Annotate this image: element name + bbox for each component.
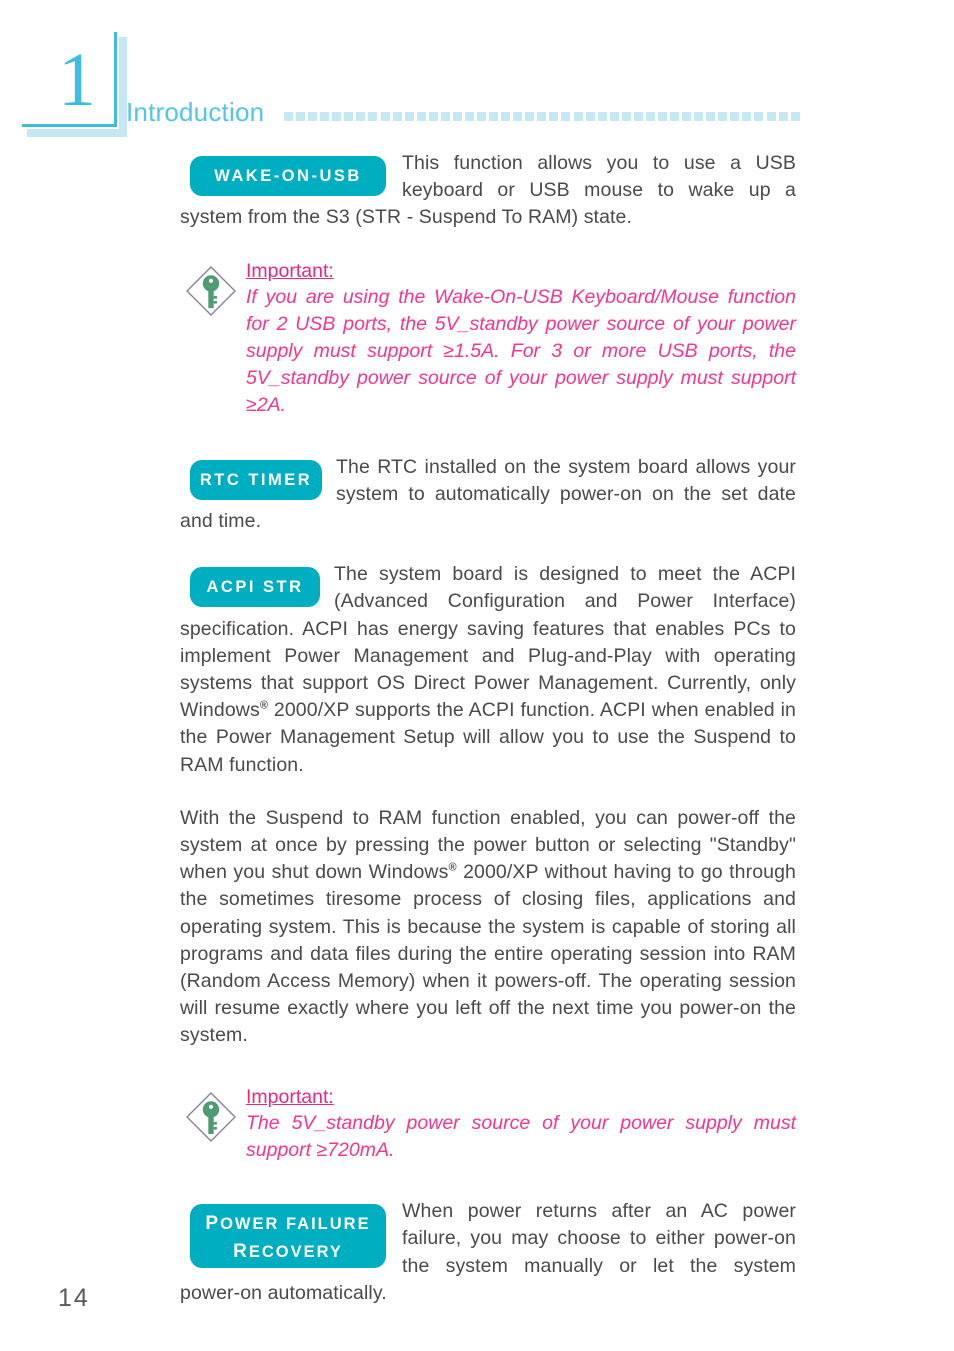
- title-dot: [645, 112, 655, 121]
- title-dot: [706, 112, 716, 121]
- badge-wake-on-usb: WAKE-ON-USB: [190, 156, 386, 196]
- section-str-detail: With the Suspend to RAM function enabled…: [180, 805, 796, 1050]
- badge-acpi-str: ACPI STR: [190, 567, 320, 608]
- title-dot: [718, 112, 728, 121]
- registered-mark: ®: [259, 699, 269, 712]
- title-dot: [308, 112, 318, 121]
- title-dot: [477, 112, 486, 121]
- title-dot: [766, 112, 776, 121]
- title-dot: [404, 112, 414, 121]
- title-dot: [452, 112, 462, 121]
- title-dot: [392, 112, 402, 121]
- page-title: Introduction: [126, 97, 265, 127]
- important-note-1: Important: If you are using the Wake-On-…: [180, 258, 796, 420]
- title-dot: [730, 112, 740, 121]
- title-dot: [284, 112, 293, 121]
- important-note-2: Important: The 5V_standby power source o…: [180, 1084, 796, 1164]
- chapter-number: 1: [58, 38, 96, 122]
- title-dot: [513, 112, 523, 121]
- section-power-failure-recovery: POWER FAILURE RECOVERY When power return…: [180, 1198, 796, 1307]
- title-dot: [633, 112, 643, 121]
- note-text: If you are using the Wake-On-USB Keyboar…: [246, 285, 796, 417]
- acpi-str-text-part2: 2000/XP supports the ACPI function. ACPI…: [180, 699, 796, 776]
- str-detail-text: With the Suspend to RAM function enabled…: [180, 805, 796, 1050]
- title-dot: [754, 112, 764, 121]
- title-dot: [344, 112, 354, 121]
- title-dot: [585, 112, 595, 121]
- title-dot: [501, 112, 511, 121]
- note-title: Important:: [246, 259, 334, 282]
- title-dot: [790, 112, 800, 121]
- str-detail-text-part2: 2000/XP without having to go through the…: [180, 861, 796, 1047]
- title-dot: [440, 112, 450, 121]
- key-diamond-icon: [184, 1090, 238, 1144]
- registered-mark: ®: [448, 861, 457, 874]
- badge-line-1: POWER FAILURE: [205, 1213, 371, 1235]
- note-text: The 5V_standby power source of your powe…: [246, 1111, 796, 1161]
- title-dotted-rule: [284, 112, 800, 122]
- title-dot: [573, 112, 583, 121]
- title-dot: [489, 112, 499, 121]
- title-dot: [428, 112, 438, 121]
- title-dot: [657, 112, 667, 121]
- document-page: 1 Introduction WAKE-ON-USB This function…: [0, 0, 954, 1351]
- note-title: Important:: [246, 1085, 334, 1108]
- chapter-marker: 1: [22, 32, 140, 140]
- page-number: 14: [58, 1284, 90, 1312]
- title-dot: [549, 112, 559, 121]
- title-dot: [416, 112, 426, 121]
- title-dot: [332, 112, 342, 121]
- title-dot: [320, 112, 330, 121]
- title-dot: [368, 112, 378, 121]
- title-dot: [356, 112, 366, 121]
- document-body: WAKE-ON-USB This function allows you to …: [180, 150, 796, 1307]
- title-dot: [682, 112, 692, 121]
- title-dot: [464, 112, 474, 121]
- title-dot: [537, 112, 547, 121]
- title-dot: [621, 112, 631, 121]
- title-dot: [597, 112, 607, 121]
- title-dot: [742, 112, 752, 121]
- title-dot: [296, 112, 306, 121]
- key-diamond-icon: [184, 264, 238, 318]
- section-wake-on-usb: WAKE-ON-USB This function allows you to …: [180, 150, 796, 232]
- section-acpi-str: ACPI STR The system board is designed to…: [180, 561, 796, 779]
- badge-rtc-timer: RTC TIMER: [190, 459, 322, 500]
- section-rtc-timer: RTC TIMER The RTC installed on the syste…: [180, 454, 796, 536]
- title-dot: [670, 112, 679, 121]
- title-dot: [694, 112, 704, 121]
- badge-power-failure-recovery: POWER FAILURE RECOVERY: [190, 1204, 386, 1269]
- title-dot: [778, 112, 788, 121]
- title-dot: [561, 112, 571, 121]
- badge-line-2: RECOVERY: [233, 1241, 343, 1263]
- title-dot: [380, 112, 390, 121]
- title-dot: [525, 112, 535, 121]
- title-dot: [609, 112, 619, 121]
